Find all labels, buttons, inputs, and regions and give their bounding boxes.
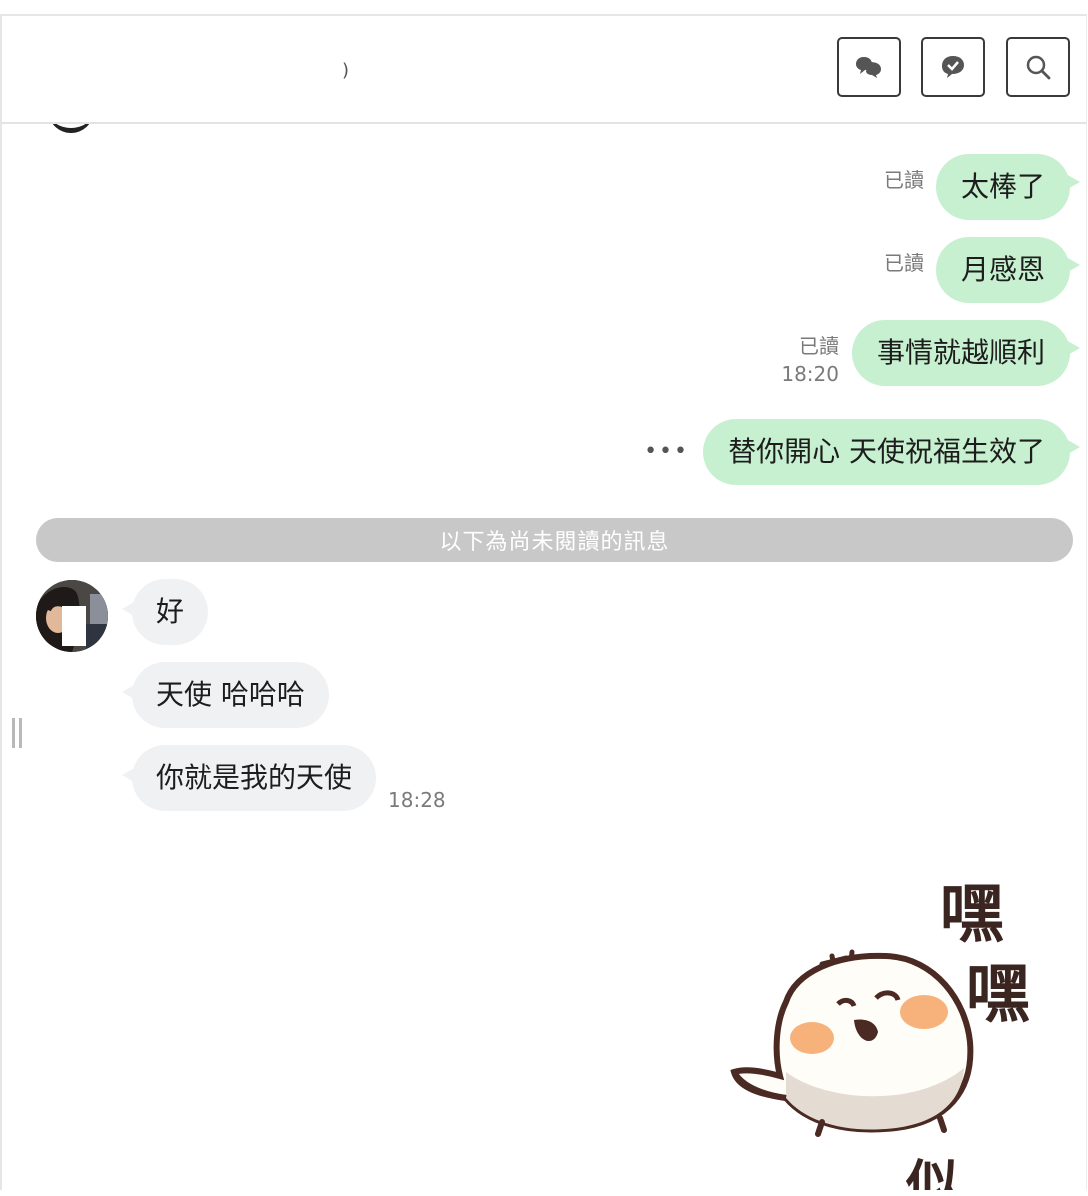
message-time: 18:20: [781, 362, 839, 386]
chat-bubbles-icon: [855, 54, 883, 80]
sticker-image[interactable]: 嘿 嘿 似: [726, 872, 1056, 1190]
read-receipt: 已讀 18:20: [781, 332, 839, 388]
avatar[interactable]: [36, 580, 108, 652]
outgoing-message[interactable]: 太棒了: [935, 154, 1081, 220]
sticker-text-bottom: 嘿: [966, 958, 1030, 1032]
sticker-text-top: 嘿: [940, 878, 1004, 952]
check-bubble-icon: [940, 54, 966, 80]
message-bubble[interactable]: 太棒了: [935, 154, 1081, 220]
message-bubble[interactable]: 事情就越順利: [851, 320, 1081, 386]
incoming-message[interactable]: 好: [121, 579, 209, 645]
read-check-button[interactable]: [921, 37, 985, 97]
search-button[interactable]: [1006, 37, 1070, 97]
chat-window: ) 已讀 太棒了 已讀 月感恩 已讀 18:20 事情就越順利 ••• 替你開心…: [0, 14, 1087, 1190]
outgoing-message[interactable]: 事情就越順利: [851, 320, 1081, 386]
read-receipt: 已讀: [884, 168, 924, 192]
sending-status: •••: [644, 439, 689, 464]
sticker-text-partial: 似: [905, 1154, 960, 1190]
search-icon: [1025, 54, 1051, 80]
chat-title: ): [342, 60, 350, 81]
chat-header: ): [2, 16, 1086, 124]
message-bubble[interactable]: 月感恩: [935, 237, 1081, 303]
read-receipt: 已讀: [884, 251, 924, 275]
outgoing-message[interactable]: 月感恩: [935, 237, 1081, 303]
message-time: 18:28: [388, 788, 446, 812]
read-label: 已讀: [799, 334, 839, 358]
message-bubble[interactable]: 替你開心 天使祝福生效了: [703, 419, 1080, 485]
incoming-message[interactable]: 你就是我的天使: [121, 745, 377, 811]
resize-handle[interactable]: [12, 718, 26, 748]
chat-list-button[interactable]: [837, 37, 901, 97]
outgoing-message[interactable]: 替你開心 天使祝福生效了: [703, 419, 1080, 485]
unread-divider: 以下為尚未閱讀的訊息: [36, 518, 1073, 562]
incoming-message[interactable]: 天使 哈哈哈: [122, 662, 329, 728]
